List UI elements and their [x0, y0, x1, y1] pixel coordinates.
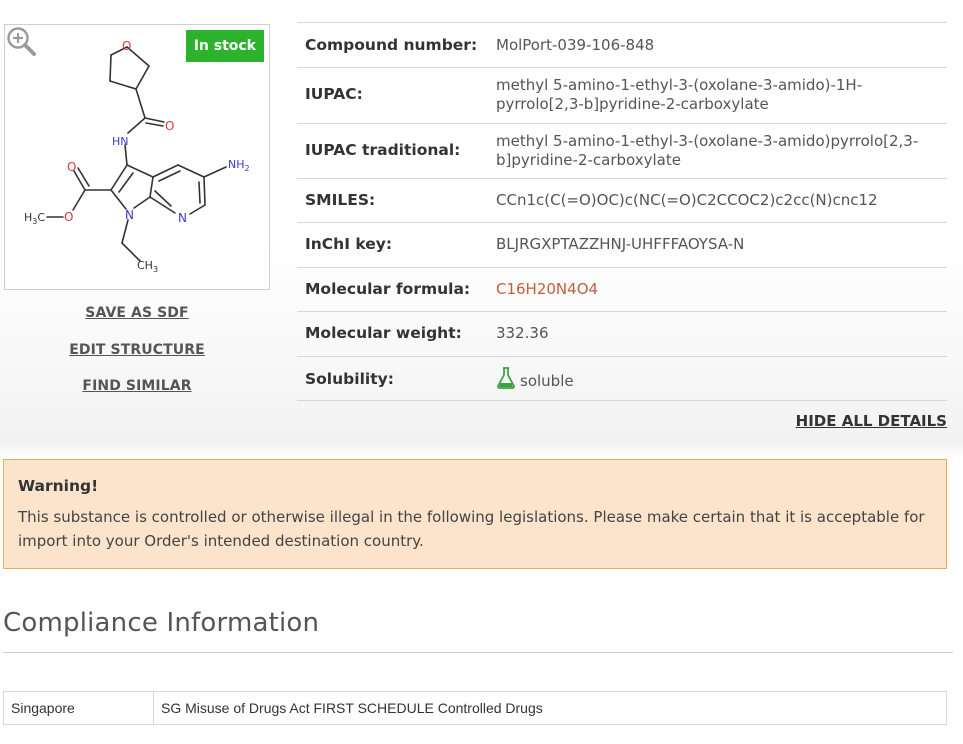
warning-title: Warning!	[18, 477, 99, 495]
property-row-iupac: IUPAC: methyl 5-amino-1-ethyl-3-(oxolane…	[297, 67, 947, 123]
warning-box: Warning! This substance is controlled or…	[3, 459, 947, 569]
atom-nh2: NH2	[228, 158, 250, 173]
property-label: IUPAC:	[305, 85, 363, 103]
property-label: SMILES:	[305, 191, 376, 209]
compliance-title: Compliance Information	[3, 608, 320, 638]
flask-icon	[497, 367, 515, 389]
structure-image-panel[interactable]: O O HN NH2 O H3C O N N CH3 In stock	[4, 24, 270, 290]
compliance-country: Singapore	[3, 691, 154, 725]
zoom-in-icon[interactable]	[5, 25, 37, 57]
atom-o-carbonyl: O	[67, 160, 76, 174]
property-value[interactable]: MolPort-039-106-848	[496, 36, 939, 55]
atom-o-amide: O	[165, 119, 174, 133]
hide-all-details-link[interactable]: HIDE ALL DETAILS	[796, 412, 947, 430]
properties-table: Compound number: MolPort-039-106-848 IUP…	[297, 22, 947, 401]
compliance-table: Singapore SG Misuse of Drugs Act FIRST S…	[3, 691, 947, 725]
property-row-solubility: Solubility: soluble	[297, 356, 947, 401]
property-value[interactable]: methyl 5-amino-1-ethyl-3-(oxolane-3-amid…	[496, 132, 939, 170]
atom-hn: HN	[112, 135, 129, 148]
find-similar-link[interactable]: FIND SIMILAR	[4, 373, 270, 410]
edit-structure-link[interactable]: EDIT STRUCTURE	[4, 337, 270, 374]
atom-n-pyridine: N	[178, 211, 187, 225]
structure-actions: SAVE AS SDF EDIT STRUCTURE FIND SIMILAR	[4, 300, 270, 410]
atom-n-pyrrole: N	[125, 208, 134, 222]
property-label: InChI key:	[305, 235, 393, 253]
property-label: IUPAC traditional:	[305, 141, 461, 159]
save-as-sdf-link[interactable]: SAVE AS SDF	[4, 300, 270, 337]
property-value[interactable]: BLJRGXPTAZZHNJ-UHFFFAOYSA-N	[496, 235, 939, 254]
molecular-formula-link[interactable]: C16H20N4O4	[496, 280, 939, 299]
property-label: Molecular formula:	[305, 280, 471, 298]
molecule-structure-drawing: O O HN NH2 O H3C O N N CH3	[24, 39, 250, 274]
property-row-inchi-key: InChI key: BLJRGXPTAZZHNJ-UHFFFAOYSA-N	[297, 222, 947, 267]
solubility-text: soluble	[520, 372, 574, 390]
in-stock-badge: In stock	[185, 30, 264, 62]
solubility-value: soluble	[496, 366, 939, 391]
property-row-molecular-weight: Molecular weight: 332.36	[297, 311, 947, 356]
property-value[interactable]: 332.36	[496, 324, 939, 343]
property-row-compound-number: Compound number: MolPort-039-106-848	[297, 22, 947, 67]
compliance-regulation: SG Misuse of Drugs Act FIRST SCHEDULE Co…	[153, 691, 947, 725]
property-label: Molecular weight:	[305, 324, 462, 342]
property-row-smiles: SMILES: CCn1c(C(=O)OC)c(NC(=O)C2CCOC2)c2…	[297, 178, 947, 222]
property-label: Solubility:	[305, 370, 394, 388]
property-value[interactable]: CCn1c(C(=O)OC)c(NC(=O)C2CCOC2)c2cc(N)cnc…	[496, 191, 939, 210]
table-row: Singapore SG Misuse of Drugs Act FIRST S…	[3, 691, 947, 725]
atom-o-ring: O	[122, 39, 131, 53]
atom-h3c: H3C	[24, 211, 45, 226]
property-row-iupac-traditional: IUPAC traditional: methyl 5-amino-1-ethy…	[297, 123, 947, 178]
warning-text: This substance is controlled or otherwis…	[18, 508, 925, 550]
atom-ch3: CH3	[137, 259, 158, 274]
atom-o-ester: O	[64, 210, 73, 224]
property-value[interactable]: methyl 5-amino-1-ethyl-3-(oxolane-3-amid…	[496, 76, 939, 114]
property-row-molecular-formula: Molecular formula: C16H20N4O4	[297, 267, 947, 311]
section-divider	[3, 652, 953, 653]
property-label: Compound number:	[305, 36, 478, 54]
